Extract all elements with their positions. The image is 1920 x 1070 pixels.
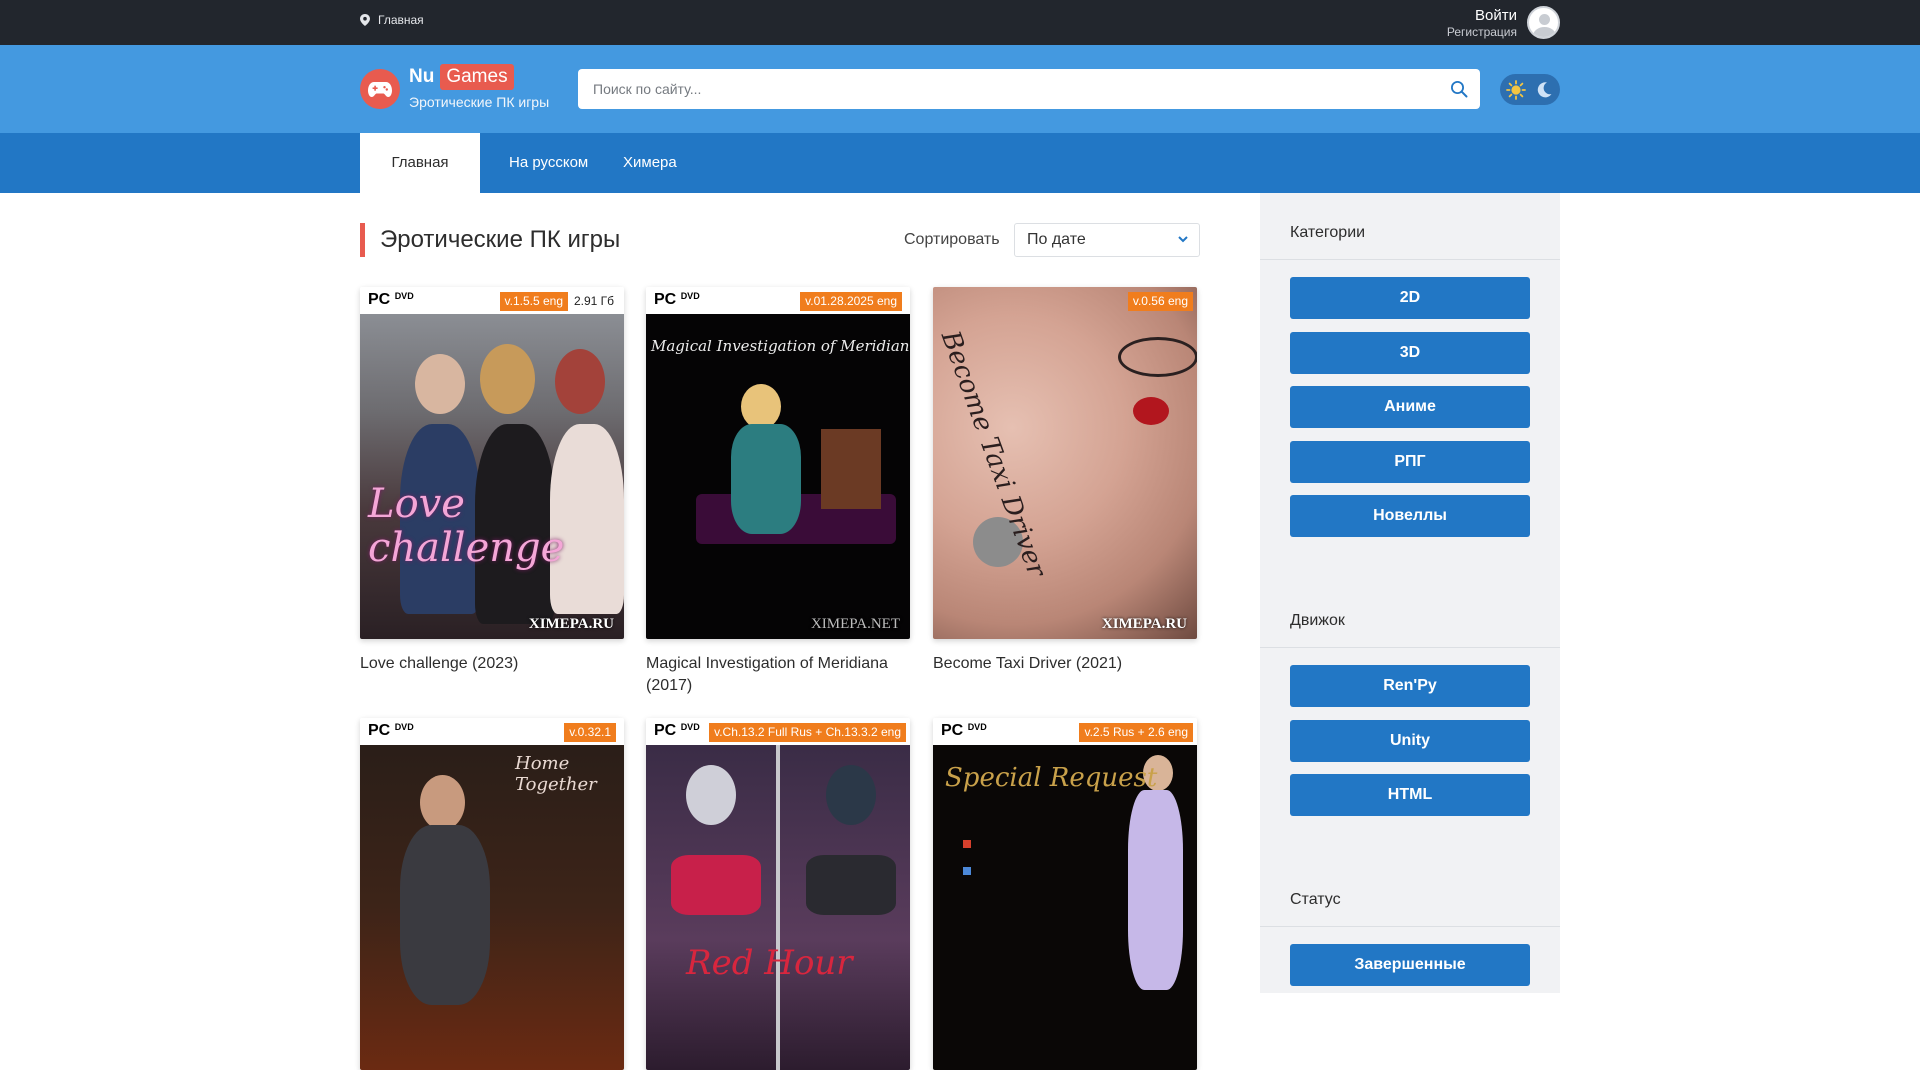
- search-icon[interactable]: [1450, 80, 1468, 98]
- version-badge: v.2.5 Rus + 2.6 eng: [1079, 723, 1193, 742]
- cover-art: [646, 745, 910, 1070]
- engine-unity-button[interactable]: Unity: [1290, 720, 1530, 762]
- divider: [1260, 259, 1560, 260]
- cover-title: Special Request: [945, 763, 1158, 793]
- watermark: XIMEPA.NET: [810, 616, 900, 632]
- site-tagline: Эротические ПК игры: [409, 94, 550, 110]
- chevron-down-icon: [1178, 236, 1188, 243]
- cover-title: Love challenge: [368, 481, 565, 571]
- avatar[interactable]: [1527, 6, 1560, 39]
- category-3d-button[interactable]: 3D: [1290, 332, 1530, 374]
- game-card[interactable]: PC DVD Love challenge v.1.5.5 eng 2.91 Г…: [360, 287, 624, 675]
- game-card[interactable]: PC DVD Home Together v.0.32.1: [360, 718, 624, 1070]
- sort-select[interactable]: По дате: [1014, 223, 1200, 257]
- cover-title: Home Together: [515, 753, 597, 795]
- status-completed-button[interactable]: Завершенные: [1290, 944, 1530, 986]
- size-badge: 2.91 Гб: [571, 292, 616, 311]
- game-cover[interactable]: Become Taxi Driver v.0.56 eng XIMEPA.RU: [933, 287, 1197, 639]
- category-rpg-button[interactable]: РПГ: [1290, 441, 1530, 483]
- register-link[interactable]: Регистрация: [1447, 25, 1517, 39]
- tab-russian[interactable]: На русском: [509, 133, 588, 193]
- version-badge: v.0.32.1: [564, 723, 616, 742]
- location-pin-icon: [360, 14, 370, 26]
- logo-highlight: Games: [440, 64, 514, 90]
- watermark: XIMEPA.RU: [1101, 616, 1187, 632]
- site-header: Nu Games Эротические ПК игры: [0, 45, 1920, 133]
- category-anime-button[interactable]: Аниме: [1290, 386, 1530, 428]
- game-card[interactable]: PC DVD Magical Investigation of Meridian…: [646, 287, 910, 697]
- cover-art: [933, 745, 1197, 1070]
- top-bar: Главная Войти Регистрация: [0, 0, 1920, 45]
- categories-heading: Категории: [1290, 224, 1366, 241]
- page-title: Эротические ПК игры: [380, 226, 621, 253]
- divider: [1260, 647, 1560, 648]
- game-title[interactable]: Love challenge (2023): [360, 653, 624, 675]
- sun-icon[interactable]: [1506, 79, 1526, 100]
- engine-heading: Движок: [1290, 612, 1345, 629]
- game-cover[interactable]: PC DVD Special Request v.2.5 Rus + 2.6 e…: [933, 718, 1197, 1070]
- game-card[interactable]: PC DVD Special Request v.2.5 Rus + 2.6 e…: [933, 718, 1197, 1070]
- game-title[interactable]: Become Taxi Driver (2021): [933, 653, 1197, 675]
- game-card[interactable]: PC DVD Red Hour v.Ch.13.2 Full Rus + Ch.…: [646, 718, 910, 1070]
- cover-art: [933, 287, 1197, 639]
- search-box: [578, 69, 1480, 109]
- site-logo[interactable]: Nu Games Эротические ПК игры: [360, 64, 549, 110]
- sort-select-value: По дате: [1027, 231, 1086, 248]
- cover-title: Red Hour: [686, 943, 853, 983]
- account-area: Войти Регистрация: [1447, 6, 1560, 39]
- breadcrumb-home[interactable]: Главная: [378, 13, 424, 27]
- divider: [1260, 926, 1560, 927]
- tab-home[interactable]: Главная: [360, 133, 480, 193]
- gamepad-icon: [360, 69, 400, 109]
- search-input[interactable]: [578, 69, 1438, 109]
- login-link[interactable]: Войти: [1447, 7, 1517, 25]
- version-badge: v.Ch.13.2 Full Rus + Ch.13.3.2 eng: [709, 723, 906, 742]
- engine-renpy-button[interactable]: Ren'Py: [1290, 665, 1530, 707]
- status-heading: Статус: [1290, 891, 1341, 908]
- category-2d-button[interactable]: 2D: [1290, 277, 1530, 319]
- version-badge: v.0.56 eng: [1127, 292, 1193, 311]
- game-title[interactable]: Magical Investigation of Meridiana (2017…: [646, 653, 910, 697]
- moon-icon[interactable]: [1534, 80, 1554, 100]
- cover-art: [646, 314, 910, 639]
- category-novels-button[interactable]: Новеллы: [1290, 495, 1530, 537]
- game-card[interactable]: Become Taxi Driver v.0.56 eng XIMEPA.RU …: [933, 287, 1197, 675]
- logo-prefix: Nu: [409, 66, 435, 87]
- sidebar: Категории 2D 3D Аниме РПГ Новеллы Движок…: [1260, 193, 1560, 993]
- game-cover[interactable]: PC DVD Magical Investigation of Meridian…: [646, 287, 910, 639]
- game-cover[interactable]: PC DVD Red Hour v.Ch.13.2 Full Rus + Ch.…: [646, 718, 910, 1070]
- sort-label: Сортировать: [904, 231, 1000, 248]
- breadcrumb[interactable]: Главная: [360, 13, 424, 27]
- game-cover[interactable]: PC DVD Love challenge v.1.5.5 eng 2.91 Г…: [360, 287, 624, 639]
- main-nav: Главная На русском Химера: [0, 133, 1920, 193]
- version-badge: v.1.5.5 eng: [499, 292, 568, 311]
- title-accent-bar: [360, 223, 365, 257]
- theme-toggle[interactable]: [1500, 74, 1560, 105]
- tab-ximera[interactable]: Химера: [623, 133, 677, 193]
- engine-html-button[interactable]: HTML: [1290, 774, 1530, 816]
- cover-title: Magical Investigation of Meridiana: [651, 337, 910, 355]
- version-badge: v.01.28.2025 eng: [800, 292, 902, 311]
- cover-art: [360, 314, 624, 639]
- watermark: XIMEPA.RU: [528, 616, 614, 632]
- game-cover[interactable]: PC DVD Home Together v.0.32.1: [360, 718, 624, 1070]
